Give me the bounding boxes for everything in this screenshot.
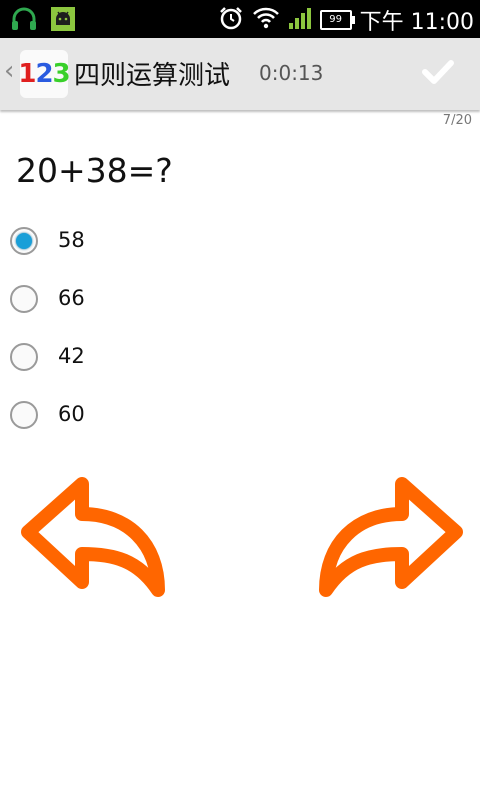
- next-question-button[interactable]: [316, 472, 466, 600]
- answer-label: 58: [58, 228, 85, 252]
- app-title: 四则运算测试: [74, 61, 231, 91]
- radio-button-selected[interactable]: [10, 227, 38, 255]
- elapsed-timer: 0:0:13: [259, 61, 324, 85]
- status-bar-right: 99 下午 11:00: [218, 4, 474, 36]
- answer-label: 60: [58, 402, 85, 426]
- answer-label: 42: [58, 344, 85, 368]
- up-chevron-icon[interactable]: ‹: [4, 58, 14, 84]
- action-bar: ‹ 123 四则运算测试 0:0:13: [0, 38, 480, 110]
- answer-option[interactable]: 66: [0, 270, 480, 328]
- answer-option[interactable]: 60: [0, 386, 480, 444]
- check-icon: [422, 59, 454, 89]
- answer-label: 66: [58, 286, 85, 310]
- question-progress: 7/20: [442, 113, 472, 128]
- question-text: 20+38=?: [16, 151, 173, 190]
- app-icon[interactable]: 123: [18, 50, 71, 98]
- answer-option[interactable]: 42: [0, 328, 480, 386]
- radio-button[interactable]: [10, 401, 38, 429]
- radio-button[interactable]: [10, 343, 38, 371]
- android-icon: [50, 6, 76, 36]
- back-arrow-icon: [21, 477, 165, 597]
- battery-icon: 99: [319, 10, 355, 30]
- status-bar: 99 下午 11:00: [0, 0, 480, 38]
- submit-button[interactable]: [416, 52, 460, 96]
- radio-button[interactable]: [10, 285, 38, 313]
- alarm-icon: [218, 5, 244, 35]
- status-time: 下午 11:00: [359, 10, 474, 35]
- previous-question-button[interactable]: [18, 472, 168, 600]
- signal-icon: [288, 6, 312, 34]
- status-bar-left: [10, 6, 76, 36]
- forward-arrow-icon: [319, 477, 463, 597]
- headphones-icon: [10, 7, 38, 35]
- answer-option[interactable]: 58: [0, 212, 480, 270]
- wifi-icon: [252, 6, 280, 34]
